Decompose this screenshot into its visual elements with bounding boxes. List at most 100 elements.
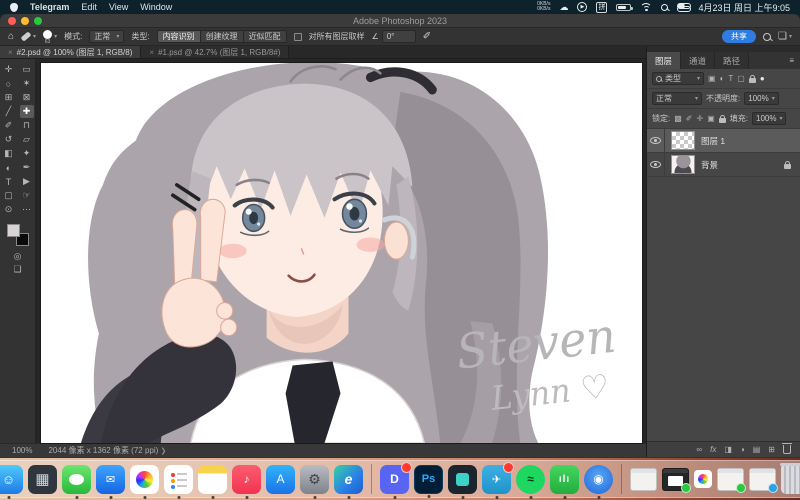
frame-tool[interactable]: ⊠ [20,91,34,104]
dock-messages[interactable] [62,465,91,494]
dodge-tool[interactable]: ◐ [2,161,16,174]
filter-kind-dropdown[interactable]: 类型 ▾ [652,72,704,85]
edit-toolbar-button[interactable]: ⋯ [20,203,34,216]
dock-minimized-window-green[interactable] [717,468,744,491]
filter-shape-icon[interactable]: ▢ [737,75,745,83]
share-button[interactable]: 共享 [722,30,756,43]
dock-minimized-window-telegram[interactable] [749,468,776,491]
filter-toggle-icon[interactable]: ● [760,75,765,83]
dock-finder[interactable]: ☺ [0,465,23,494]
lasso-tool[interactable]: ○ [2,77,16,90]
canvas-image[interactable]: Steven Lynn ♡ [41,63,642,443]
menu-edit[interactable]: Edit [81,2,97,12]
brush-tool[interactable]: ✐ [2,119,16,132]
dock-minimized-photos-window[interactable] [694,470,712,488]
window-titlebar[interactable]: Adobe Photoshop 2023 [0,14,800,28]
menu-window[interactable]: Window [140,2,172,12]
dock-edge-browser[interactable]: e [334,465,363,494]
pen-tool[interactable]: ✒ [20,161,34,174]
document-info[interactable]: 2044 像素 x 1362 像素 (72 ppi) ❯ [48,445,166,456]
history-brush-tool[interactable]: ↺ [2,133,16,146]
blend-mode-dropdown[interactable]: 正常 ▾ [652,92,702,105]
dock-stocks-app[interactable]: ılı [550,465,579,494]
visibility-eye-icon[interactable] [650,137,661,144]
menu-view[interactable]: View [109,2,128,12]
layer-styles-icon[interactable]: fx [710,445,716,454]
control-center-icon[interactable] [677,3,689,12]
wifi-icon[interactable] [640,3,652,12]
cloud-icon[interactable]: ☁ [559,3,568,12]
sample-all-layers-checkbox[interactable] [294,33,302,41]
close-icon[interactable]: × [8,48,13,57]
dock-minimized-document[interactable] [630,468,657,491]
mode-dropdown[interactable]: 正常 ▾ [89,30,124,43]
dock-music[interactable]: ♪ [232,465,261,494]
eraser-tool[interactable]: ▱ [20,133,34,146]
background-thumbnail[interactable] [671,155,695,174]
zoom-tool[interactable]: ⊙ [2,203,16,216]
dock-launchpad[interactable]: ▦ [28,465,57,494]
new-group-icon[interactable]: ▤ [753,445,761,454]
lock-pixels-icon[interactable]: ✐ [686,115,693,123]
crop-tool[interactable]: ⊞ [2,91,16,104]
workspace-switcher[interactable]: ❏ ▾ [778,32,792,42]
hand-tool[interactable]: ☞ [20,189,34,202]
brush-size-picker[interactable]: 63 ▾ [43,30,57,44]
media-play-icon[interactable]: ▶ [577,2,587,12]
dock-mail[interactable]: ✉ [96,465,125,494]
foreground-color-swatch[interactable] [7,224,20,237]
minimize-window-button[interactable] [21,17,29,25]
active-tool-preset[interactable]: ▾ [21,33,36,40]
create-texture-button[interactable]: 创建纹理 [201,30,244,43]
color-swatches[interactable] [7,224,29,246]
menu-app-name[interactable]: Telegram [30,2,69,12]
home-icon[interactable]: ⌂ [8,32,14,42]
filter-type-icon[interactable]: T [728,75,733,83]
menu-clock[interactable]: 4月23日 周日 上午9:05 [698,1,790,14]
document-tab-2[interactable]: × #1.psd @ 42.7% (图层 1, RGB/8#) [141,46,289,58]
lock-all-icon[interactable] [719,118,726,123]
search-icon[interactable] [763,33,771,41]
dock-blue-circle-app[interactable]: ◉ [584,465,613,494]
quick-selection-tool[interactable]: ✶ [20,77,34,90]
visibility-eye-icon[interactable] [650,161,661,168]
opacity-dropdown[interactable]: 100% ▾ [744,92,778,105]
blur-tool[interactable]: ✦ [20,147,34,160]
dock-notes[interactable] [198,465,227,494]
layer-name[interactable]: 背景 [701,159,718,171]
dock-wallet-app[interactable] [448,465,477,494]
lock-artboard-icon[interactable]: ▣ [707,115,715,123]
add-mask-icon[interactable]: ◨ [724,445,732,454]
layer-name[interactable]: 图层 1 [701,135,725,147]
brush-angle-control[interactable]: ∠ 0° [372,30,416,43]
dock-spotify[interactable]: ≈ [516,465,545,494]
zoom-window-button[interactable] [34,17,42,25]
eyedropper-tool[interactable]: ╱ [2,105,16,118]
quick-mask-button[interactable]: ◎ [11,250,25,263]
apple-menu-icon[interactable] [10,3,18,12]
link-layers-icon[interactable]: ∞ [696,445,702,454]
screen-mode-button[interactable]: ❏ [11,263,25,276]
dock-discord[interactable]: D [380,465,409,494]
fill-dropdown[interactable]: 100% ▾ [752,112,786,125]
panel-menu-icon[interactable]: ≡ [789,52,800,69]
pen-pressure-icon[interactable]: ✐ [423,32,431,42]
tab-layers[interactable]: 图层 [647,52,681,69]
shape-tool[interactable]: ▢ [2,189,16,202]
adjustment-layer-icon[interactable]: ◑ [740,445,745,454]
dock-system-settings[interactable]: ⚙ [300,465,329,494]
filter-adjustment-icon[interactable]: ◐ [720,75,725,83]
move-tool[interactable]: ✛ [2,63,16,76]
dock-telegram[interactable]: ✈ [482,465,511,494]
battery-icon[interactable] [616,4,631,11]
marquee-tool[interactable]: ▭ [20,63,34,76]
dock-trash[interactable] [781,465,800,494]
content-aware-button[interactable]: 内容识别 [157,30,201,43]
gradient-tool[interactable]: ◧ [2,147,16,160]
path-selection-tool[interactable]: ▶ [20,175,34,188]
dock-minimized-photoshop-window[interactable] [662,468,689,491]
dock-photos[interactable] [130,465,159,494]
tab-paths[interactable]: 路径 [715,52,749,69]
proximity-match-button[interactable]: 近似匹配 [244,30,287,43]
type-tool[interactable]: T [2,175,16,188]
